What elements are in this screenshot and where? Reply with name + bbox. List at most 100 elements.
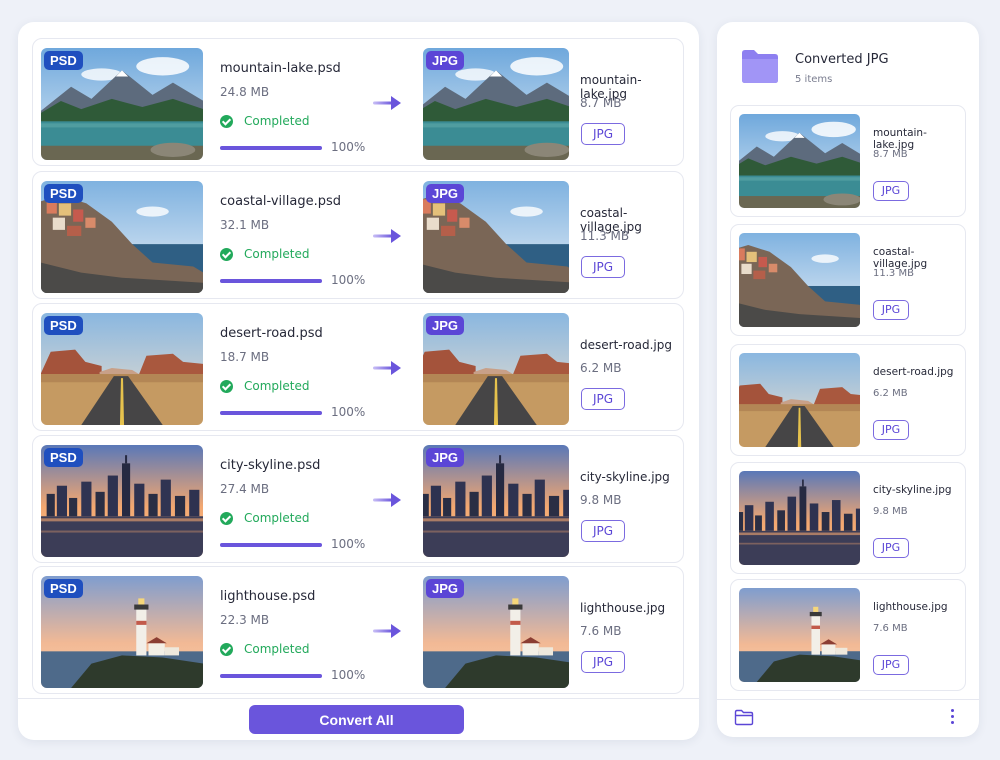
target-thumbnail: JPG: [423, 576, 569, 688]
target-filesize: 6.2 MB: [580, 361, 622, 375]
source-filesize: 24.8 MB: [220, 85, 270, 99]
progress-fill: [220, 411, 322, 415]
output-filesize: 6.2 MB: [873, 388, 908, 399]
target-filesize: 11.3 MB: [580, 229, 630, 243]
format-chip[interactable]: JPG: [581, 651, 625, 673]
status-text: Completed: [244, 642, 310, 656]
conversion-row[interactable]: PSD mountain-lake.psd 24.8 MB Completed …: [32, 38, 684, 166]
psd-badge: PSD: [44, 316, 83, 335]
output-folder-count: 5 items: [795, 74, 833, 85]
output-filesize: 8.7 MB: [873, 149, 908, 160]
progress-bar: [220, 411, 322, 415]
conversion-row[interactable]: PSD lighthouse.psd 22.3 MB Completed 100…: [32, 566, 684, 694]
target-thumbnail: JPG: [423, 181, 569, 293]
conversion-row[interactable]: PSD coastal-village.psd 32.1 MB Complete…: [32, 171, 684, 299]
format-chip[interactable]: JPG: [581, 520, 625, 542]
output-filename: lighthouse.jpg: [873, 601, 948, 613]
output-folder-header[interactable]: Converted JPG 5 items: [739, 46, 959, 86]
progress-percent: 100%: [331, 668, 366, 682]
target-filename: lighthouse.jpg: [580, 601, 666, 615]
progress-bar: [220, 543, 322, 547]
output-filesize: 9.8 MB: [873, 506, 908, 517]
output-file-card[interactable]: lighthouse.jpg 7.6 MB JPG: [730, 579, 966, 691]
conversion-row[interactable]: PSD desert-road.psd 18.7 MB Completed 10…: [32, 303, 684, 431]
progress-bar: [220, 146, 322, 150]
check-circle-icon: [220, 379, 233, 393]
conversion-status: Completed: [220, 247, 309, 261]
check-circle-icon: [220, 642, 233, 656]
output-folder-panel: Converted JPG 5 items mountain-lake.jpg …: [717, 22, 979, 737]
arrow-right-icon: [373, 229, 401, 243]
format-chip[interactable]: JPG: [581, 123, 625, 145]
source-filesize: 32.1 MB: [220, 218, 270, 232]
source-filename: lighthouse.psd: [220, 589, 316, 604]
progress-percent: 100%: [331, 140, 366, 154]
target-filesize: 8.7 MB: [580, 96, 622, 110]
queue-footer: Convert All: [18, 698, 699, 740]
progress-fill: [220, 674, 322, 678]
open-folder-icon[interactable]: [734, 709, 754, 726]
output-file-card[interactable]: mountain-lake.jpg 8.7 MB JPG: [730, 105, 966, 217]
source-thumbnail: PSD: [41, 48, 203, 160]
psd-badge: PSD: [44, 51, 83, 70]
format-chip[interactable]: JPG: [581, 256, 625, 278]
arrow-right-icon: [373, 361, 401, 375]
output-format-chip[interactable]: JPG: [873, 300, 909, 320]
check-circle-icon: [220, 511, 233, 525]
source-filesize: 22.3 MB: [220, 613, 270, 627]
target-thumbnail: JPG: [423, 445, 569, 557]
progress-percent: 100%: [331, 405, 366, 419]
output-folder-footer: [717, 699, 979, 737]
progress-percent: 100%: [331, 273, 366, 287]
output-format-chip[interactable]: JPG: [873, 420, 909, 440]
arrow-right-icon: [373, 96, 401, 110]
convert-all-button[interactable]: Convert All: [249, 705, 464, 734]
output-folder-title: Converted JPG: [795, 52, 889, 67]
source-thumbnail: PSD: [41, 181, 203, 293]
output-file-thumbnail: [739, 353, 860, 447]
target-thumbnail: JPG: [423, 48, 569, 160]
progress-bar: [220, 674, 322, 678]
progress-fill: [220, 279, 322, 283]
output-file-thumbnail: [739, 233, 860, 327]
progress-percent: 100%: [331, 537, 366, 551]
source-thumbnail: PSD: [41, 313, 203, 425]
conversion-status: Completed: [220, 642, 309, 656]
source-filename: coastal-village.psd: [220, 194, 342, 209]
check-circle-icon: [220, 247, 233, 261]
output-filesize: 7.6 MB: [873, 623, 908, 634]
output-file-card[interactable]: city-skyline.jpg 9.8 MB JPG: [730, 462, 966, 574]
conversion-status: Completed: [220, 511, 309, 525]
psd-badge: PSD: [44, 448, 83, 467]
jpg-badge: JPG: [426, 184, 465, 203]
source-filename: desert-road.psd: [220, 326, 323, 341]
psd-badge: PSD: [44, 184, 83, 203]
source-filename: mountain-lake.psd: [220, 61, 341, 76]
psd-badge: PSD: [44, 579, 83, 598]
source-thumbnail: PSD: [41, 576, 203, 688]
jpg-badge: JPG: [426, 316, 465, 335]
jpg-badge: JPG: [426, 579, 465, 598]
conversion-row[interactable]: PSD city-skyline.psd 27.4 MB Completed 1…: [32, 435, 684, 563]
output-format-chip[interactable]: JPG: [873, 538, 909, 558]
source-filesize: 18.7 MB: [220, 350, 270, 364]
arrow-right-icon: [373, 624, 401, 638]
output-filename: coastal-village.jpg: [873, 246, 928, 270]
check-circle-icon: [220, 114, 233, 128]
target-filename: desert-road.jpg: [580, 338, 672, 352]
output-file-card[interactable]: desert-road.jpg 6.2 MB JPG: [730, 344, 966, 456]
status-text: Completed: [244, 379, 310, 393]
format-chip[interactable]: JPG: [581, 388, 625, 410]
conversion-status: Completed: [220, 379, 309, 393]
arrow-right-icon: [373, 493, 401, 507]
target-filesize: 9.8 MB: [580, 493, 622, 507]
more-vertical-icon[interactable]: [949, 709, 955, 727]
output-filename: city-skyline.jpg: [873, 484, 952, 496]
output-file-card[interactable]: coastal-village.jpg 11.3 MB JPG: [730, 224, 966, 336]
target-filesize: 7.6 MB: [580, 624, 622, 638]
output-format-chip[interactable]: JPG: [873, 181, 909, 201]
output-format-chip[interactable]: JPG: [873, 655, 909, 675]
progress-bar: [220, 279, 322, 283]
output-file-thumbnail: [739, 114, 860, 208]
target-filename: city-skyline.jpg: [580, 470, 670, 484]
